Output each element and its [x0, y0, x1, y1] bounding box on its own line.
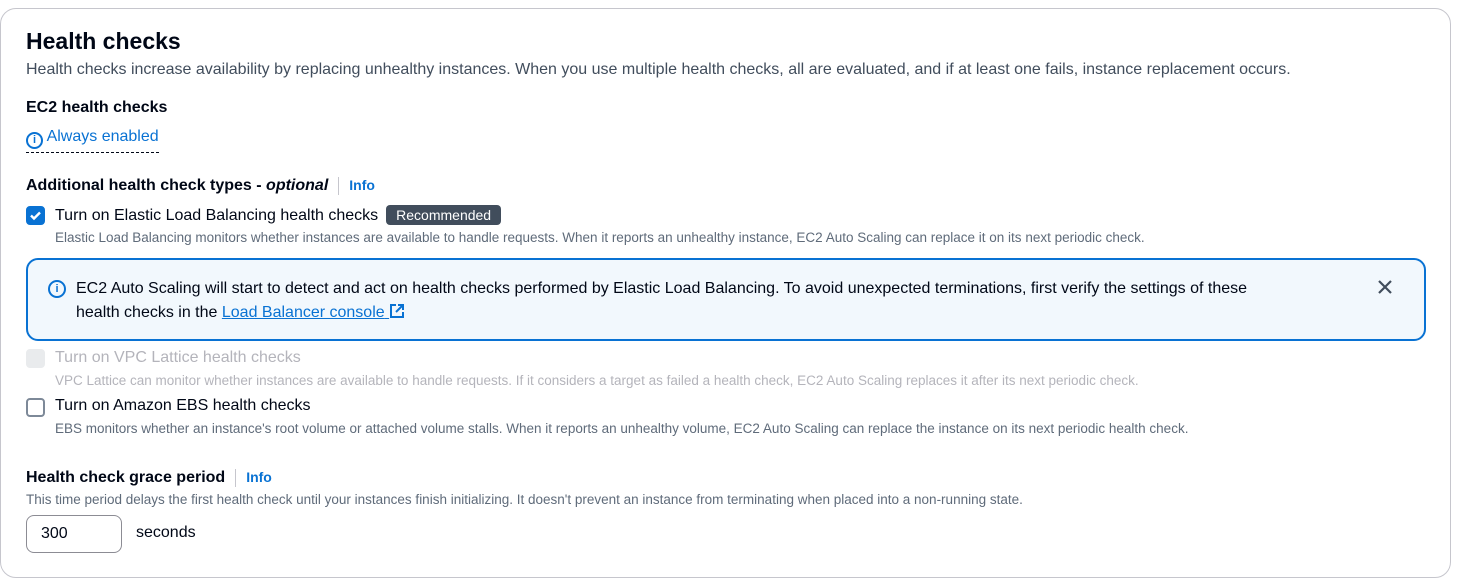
grace-label-text: Health check grace period — [26, 469, 226, 487]
always-enabled-text: Always enabled — [46, 128, 159, 145]
seconds-unit-label: seconds — [136, 524, 196, 541]
close-icon[interactable] — [1376, 278, 1394, 296]
vpc-lattice-checkbox[interactable] — [26, 349, 45, 368]
external-link-icon — [390, 304, 405, 318]
info-alert: i EC2 Auto Scaling will start to detect … — [26, 258, 1426, 341]
divider — [338, 177, 340, 195]
label-text: Additional health check types - — [26, 177, 267, 195]
recommended-badge: Recommended — [386, 205, 502, 225]
elb-checkbox[interactable] — [26, 206, 45, 225]
load-balancer-console-link[interactable]: Load Balancer console — [222, 304, 405, 321]
info-link[interactable]: Info — [349, 177, 375, 193]
grace-period-input[interactable]: 300 — [26, 515, 122, 553]
ec2-health-checks-label: EC2 health checks — [26, 99, 168, 116]
optional-text: optional — [266, 177, 329, 195]
vpc-lattice-description: VPC Lattice can monitor whether instance… — [55, 373, 1139, 388]
always-enabled-popover[interactable]: i Always enabled — [26, 128, 159, 153]
ebs-label: Turn on Amazon EBS health checks — [55, 397, 311, 414]
ebs-description: EBS monitors whether an instance's root … — [55, 421, 1189, 436]
vpc-lattice-label: Turn on VPC Lattice health checks — [55, 349, 301, 366]
elb-description: Elastic Load Balancing monitors whether … — [55, 230, 1145, 245]
elb-label: Turn on Elastic Load Balancing health ch… — [55, 205, 502, 225]
ebs-checkbox[interactable] — [26, 398, 45, 417]
alert-message: EC2 Auto Scaling will start to detect an… — [76, 277, 1366, 325]
additional-types-label: Additional health check types - optional… — [26, 177, 375, 195]
grace-info-link[interactable]: Info — [246, 469, 272, 485]
elb-label-text: Turn on Elastic Load Balancing health ch… — [55, 207, 379, 224]
alert-text-2: health checks in the — [76, 304, 222, 321]
info-icon: i — [26, 132, 43, 149]
info-icon: i — [48, 280, 66, 298]
divider — [235, 469, 237, 487]
link-text: Load Balancer console — [221, 304, 385, 321]
section-description: Health checks increase availability by r… — [26, 61, 1291, 78]
section-title: Health checks — [26, 28, 181, 54]
alert-text: EC2 Auto Scaling will start to detect an… — [76, 280, 1248, 297]
check-icon — [30, 211, 41, 221]
grace-period-label: Health check grace period Info — [26, 469, 272, 487]
grace-period-description: This time period delays the first health… — [26, 492, 1023, 507]
